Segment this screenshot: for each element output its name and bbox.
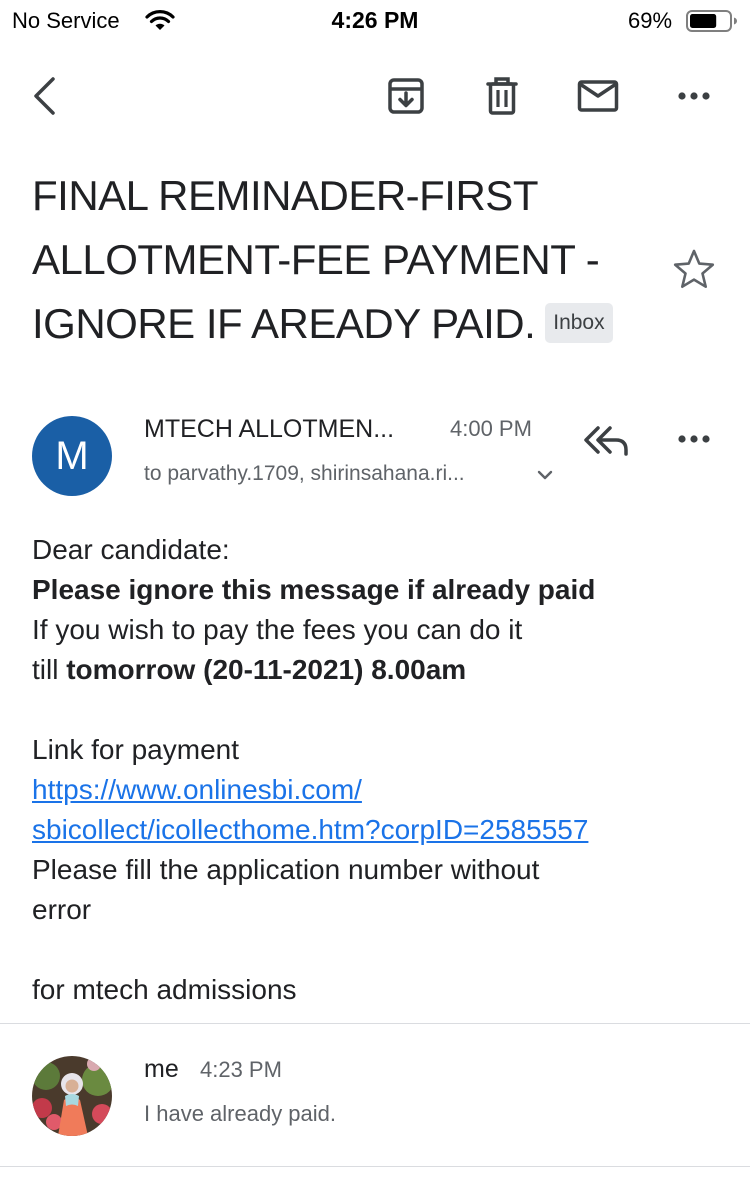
- body-deadline: tomorrow (20-11-2021) 8.00am: [66, 654, 467, 685]
- star-button[interactable]: [668, 244, 720, 296]
- toolbar: [0, 60, 750, 132]
- recipients-summary[interactable]: to parvathy.1709, shirinsahana.ri...: [144, 462, 465, 486]
- subject-line: FINAL REMINADER-FIRST: [32, 172, 538, 219]
- reply-time: 4:23 PM: [200, 1057, 282, 1082]
- message-more-button[interactable]: [664, 418, 724, 462]
- archive-icon: [386, 76, 426, 116]
- sender-name[interactable]: MTECH ALLOTMEN...: [144, 415, 424, 444]
- payment-link-wrapper: sbicollect/icollecthome.htm?corpID=25855…: [32, 810, 732, 850]
- message-divider: [0, 1023, 750, 1024]
- sender-avatar[interactable]: M: [32, 416, 112, 496]
- body-link-intro: Link for payment: [32, 734, 239, 765]
- archive-button[interactable]: [376, 66, 436, 126]
- body-ignore-notice: Please ignore this message if already pa…: [32, 574, 596, 605]
- body-pay-line: If you wish to pay the fees you can do i…: [32, 614, 523, 645]
- battery-icon: [686, 10, 738, 32]
- mark-unread-button[interactable]: [568, 66, 628, 126]
- body-fill-line: error: [32, 894, 92, 925]
- message-divider: [0, 1166, 750, 1167]
- my-avatar[interactable]: [32, 1056, 112, 1136]
- payment-link-wrapper: https://www.onlinesbi.com/: [32, 770, 732, 810]
- body-fill-line: Please fill the application number witho…: [32, 854, 540, 885]
- subject-line-last: IGNORE IF AREADY PAID. Inbox: [32, 292, 642, 356]
- body-ignore-line: Please ignore this message if already pa…: [32, 570, 732, 610]
- avatar-letter: M: [55, 433, 89, 478]
- trash-icon: [484, 76, 520, 116]
- subject-line: ALLOTMENT-FEE PAYMENT -: [32, 236, 600, 283]
- reply-sender: me: [144, 1055, 179, 1083]
- more-options-button[interactable]: [664, 66, 724, 126]
- email-view: No Service 4:26 PM 69% FINAL REMINADER-F…: [0, 0, 750, 1184]
- email-subject: FINAL REMINADER-FIRST ALLOTMENT-FEE PAYM…: [32, 164, 642, 356]
- chevron-down-icon[interactable]: [536, 468, 554, 482]
- subject-line: IGNORE IF AREADY PAID.: [32, 300, 536, 347]
- status-bar: No Service 4:26 PM 69%: [0, 0, 750, 42]
- payment-link[interactable]: sbicollect/icollecthome.htm?corpID=25855…: [32, 814, 588, 845]
- payment-link[interactable]: https://www.onlinesbi.com/: [32, 774, 362, 805]
- more-horizontal-icon: [677, 431, 711, 449]
- body-signoff: for mtech admissions: [32, 974, 297, 1005]
- reply-snippet[interactable]: I have already paid.: [144, 1101, 336, 1127]
- message-body: Dear candidate: Please ignore this messa…: [32, 530, 732, 1010]
- chevron-left-icon: [29, 76, 59, 116]
- message-time: 4:00 PM: [450, 416, 532, 441]
- inbox-label-chip[interactable]: Inbox: [545, 302, 613, 343]
- delete-button[interactable]: [472, 66, 532, 126]
- body-greeting: Dear candidate:: [32, 534, 230, 565]
- star-icon: [668, 249, 720, 300]
- reply-all-button[interactable]: [578, 416, 634, 464]
- body-till: till: [32, 654, 67, 685]
- more-horizontal-icon: [677, 91, 711, 101]
- mail-icon: [577, 79, 619, 113]
- back-button[interactable]: [14, 66, 74, 126]
- reply-all-icon: [578, 426, 634, 468]
- battery-percent: 69%: [628, 8, 673, 33]
- body-deadline-line: till tomorrow (20-11-2021) 8.00am: [32, 650, 732, 690]
